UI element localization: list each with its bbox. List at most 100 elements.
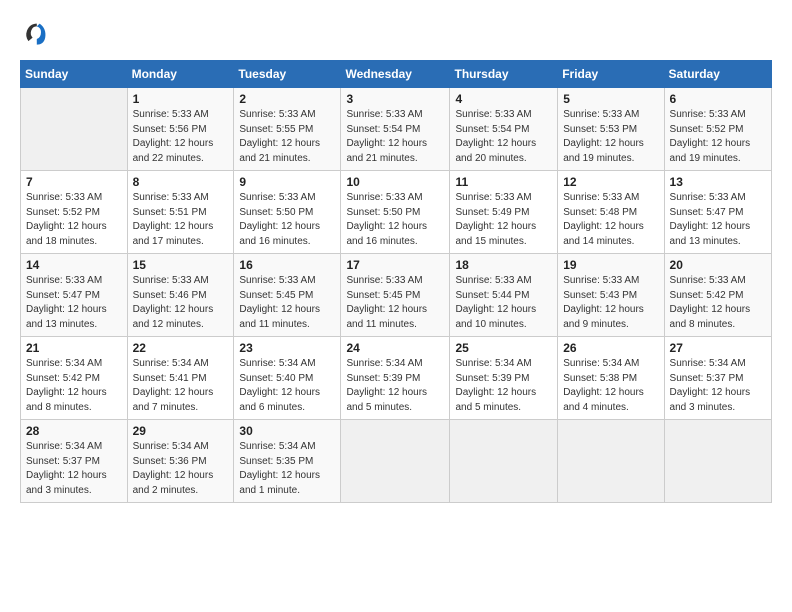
day-info: Sunrise: 5:33 AM Sunset: 5:47 PM Dayligh… — [26, 274, 122, 332]
calendar-cell: 16 Sunrise: 5:33 AM Sunset: 5:45 PM Dayli… — [234, 254, 341, 337]
day-number: 18 — [455, 258, 552, 272]
calendar-body: 1 Sunrise: 5:33 AM Sunset: 5:56 PM Daylig… — [21, 88, 772, 503]
calendar-cell — [341, 420, 450, 503]
day-number: 17 — [346, 258, 444, 272]
logo — [20, 18, 52, 46]
calendar-cell: 29Sunrise: 5:34 AM Sunset: 5:36 PM Dayli… — [127, 420, 234, 503]
day-number: 9 — [239, 175, 335, 189]
day-number: 11 — [455, 175, 552, 189]
day-info: Sunrise: 5:34 AM Sunset: 5:37 PM Dayligh… — [26, 440, 122, 498]
day-info: Sunrise: 5:33 AM Sunset: 5:44 PM Dayligh… — [455, 274, 552, 332]
day-number: 12 — [563, 175, 658, 189]
day-info: Sunrise: 5:33 AM Sunset: 5:52 PM Dayligh… — [26, 191, 122, 249]
day-number: 16 — [239, 258, 335, 272]
day-info: Sunrise: 5:33 AM Sunset: 5:50 PM Dayligh… — [346, 191, 444, 249]
day-info: Sunrise: 5:34 AM Sunset: 5:39 PM Dayligh… — [346, 357, 444, 415]
day-info: Sunrise: 5:33 AM Sunset: 5:45 PM Dayligh… — [346, 274, 444, 332]
day-number: 5 — [563, 92, 658, 106]
day-number: 29 — [133, 424, 229, 438]
calendar-cell: 7 Sunrise: 5:33 AM Sunset: 5:52 PM Daylig… — [21, 171, 128, 254]
weekday-header-monday: Monday — [127, 61, 234, 88]
calendar-cell — [450, 420, 558, 503]
day-number: 6 — [670, 92, 766, 106]
calendar-header: SundayMondayTuesdayWednesdayThursdayFrid… — [21, 61, 772, 88]
calendar-week-1: 7 Sunrise: 5:33 AM Sunset: 5:52 PM Daylig… — [21, 171, 772, 254]
calendar-week-2: 14 Sunrise: 5:33 AM Sunset: 5:47 PM Dayli… — [21, 254, 772, 337]
calendar-cell: 4Sunrise: 5:33 AM Sunset: 5:54 PM Daylig… — [450, 88, 558, 171]
calendar-cell: 2 Sunrise: 5:33 AM Sunset: 5:55 PM Daylig… — [234, 88, 341, 171]
day-number: 8 — [133, 175, 229, 189]
day-number: 26 — [563, 341, 658, 355]
day-info: Sunrise: 5:33 AM Sunset: 5:56 PM Dayligh… — [133, 108, 229, 166]
calendar-cell: 26 Sunrise: 5:34 AM Sunset: 5:38 PM Dayli… — [558, 337, 664, 420]
calendar-cell: 9 Sunrise: 5:33 AM Sunset: 5:50 PM Daylig… — [234, 171, 341, 254]
day-info: Sunrise: 5:33 AM Sunset: 5:45 PM Dayligh… — [239, 274, 335, 332]
calendar-cell: 17 Sunrise: 5:33 AM Sunset: 5:45 PM Dayli… — [341, 254, 450, 337]
calendar-week-4: 28 Sunrise: 5:34 AM Sunset: 5:37 PM Dayli… — [21, 420, 772, 503]
day-number: 14 — [26, 258, 122, 272]
weekday-header-friday: Friday — [558, 61, 664, 88]
day-number: 19 — [563, 258, 658, 272]
calendar-cell: 14 Sunrise: 5:33 AM Sunset: 5:47 PM Dayli… — [21, 254, 128, 337]
day-info: Sunrise: 5:33 AM Sunset: 5:42 PM Dayligh… — [670, 274, 766, 332]
calendar-cell: 21Sunrise: 5:34 AM Sunset: 5:42 PM Dayli… — [21, 337, 128, 420]
day-info: Sunrise: 5:34 AM Sunset: 5:40 PM Dayligh… — [239, 357, 335, 415]
day-number: 27 — [670, 341, 766, 355]
calendar-cell: 8Sunrise: 5:33 AM Sunset: 5:51 PM Daylig… — [127, 171, 234, 254]
calendar-week-3: 21Sunrise: 5:34 AM Sunset: 5:42 PM Dayli… — [21, 337, 772, 420]
calendar-cell — [21, 88, 128, 171]
calendar-cell: 5Sunrise: 5:33 AM Sunset: 5:53 PM Daylig… — [558, 88, 664, 171]
day-number: 30 — [239, 424, 335, 438]
day-number: 23 — [239, 341, 335, 355]
day-number: 25 — [455, 341, 552, 355]
weekday-row: SundayMondayTuesdayWednesdayThursdayFrid… — [21, 61, 772, 88]
day-info: Sunrise: 5:34 AM Sunset: 5:42 PM Dayligh… — [26, 357, 122, 415]
day-info: Sunrise: 5:33 AM Sunset: 5:55 PM Dayligh… — [239, 108, 335, 166]
day-info: Sunrise: 5:33 AM Sunset: 5:50 PM Dayligh… — [239, 191, 335, 249]
day-number: 7 — [26, 175, 122, 189]
weekday-header-sunday: Sunday — [21, 61, 128, 88]
calendar-cell: 1 Sunrise: 5:33 AM Sunset: 5:56 PM Daylig… — [127, 88, 234, 171]
day-number: 24 — [346, 341, 444, 355]
calendar-week-0: 1 Sunrise: 5:33 AM Sunset: 5:56 PM Daylig… — [21, 88, 772, 171]
day-number: 3 — [346, 92, 444, 106]
calendar-cell: 18 Sunrise: 5:33 AM Sunset: 5:44 PM Dayli… — [450, 254, 558, 337]
calendar-cell: 27Sunrise: 5:34 AM Sunset: 5:37 PM Dayli… — [664, 337, 771, 420]
calendar-table: SundayMondayTuesdayWednesdayThursdayFrid… — [20, 60, 772, 503]
day-number: 20 — [670, 258, 766, 272]
calendar-cell: 3Sunrise: 5:33 AM Sunset: 5:54 PM Daylig… — [341, 88, 450, 171]
calendar-cell: 30 Sunrise: 5:34 AM Sunset: 5:35 PM Dayli… — [234, 420, 341, 503]
calendar-cell: 23 Sunrise: 5:34 AM Sunset: 5:40 PM Dayli… — [234, 337, 341, 420]
header — [20, 18, 772, 46]
day-number: 10 — [346, 175, 444, 189]
calendar-cell: 28 Sunrise: 5:34 AM Sunset: 5:37 PM Dayli… — [21, 420, 128, 503]
day-number: 28 — [26, 424, 122, 438]
calendar-cell: 11 Sunrise: 5:33 AM Sunset: 5:49 PM Dayli… — [450, 171, 558, 254]
weekday-header-wednesday: Wednesday — [341, 61, 450, 88]
day-info: Sunrise: 5:33 AM Sunset: 5:46 PM Dayligh… — [133, 274, 229, 332]
day-number: 13 — [670, 175, 766, 189]
day-info: Sunrise: 5:34 AM Sunset: 5:38 PM Dayligh… — [563, 357, 658, 415]
day-number: 2 — [239, 92, 335, 106]
weekday-header-thursday: Thursday — [450, 61, 558, 88]
calendar-cell: 13 Sunrise: 5:33 AM Sunset: 5:47 PM Dayli… — [664, 171, 771, 254]
calendar-cell: 25Sunrise: 5:34 AM Sunset: 5:39 PM Dayli… — [450, 337, 558, 420]
calendar-cell: 22 Sunrise: 5:34 AM Sunset: 5:41 PM Dayli… — [127, 337, 234, 420]
day-number: 1 — [133, 92, 229, 106]
page: SundayMondayTuesdayWednesdayThursdayFrid… — [0, 0, 792, 612]
weekday-header-saturday: Saturday — [664, 61, 771, 88]
day-info: Sunrise: 5:33 AM Sunset: 5:48 PM Dayligh… — [563, 191, 658, 249]
day-number: 4 — [455, 92, 552, 106]
calendar-cell: 15 Sunrise: 5:33 AM Sunset: 5:46 PM Dayli… — [127, 254, 234, 337]
day-number: 15 — [133, 258, 229, 272]
calendar-cell: 24 Sunrise: 5:34 AM Sunset: 5:39 PM Dayli… — [341, 337, 450, 420]
day-info: Sunrise: 5:33 AM Sunset: 5:49 PM Dayligh… — [455, 191, 552, 249]
day-info: Sunrise: 5:34 AM Sunset: 5:35 PM Dayligh… — [239, 440, 335, 498]
day-number: 22 — [133, 341, 229, 355]
day-info: Sunrise: 5:34 AM Sunset: 5:41 PM Dayligh… — [133, 357, 229, 415]
calendar-cell: 20 Sunrise: 5:33 AM Sunset: 5:42 PM Dayli… — [664, 254, 771, 337]
calendar-cell: 19Sunrise: 5:33 AM Sunset: 5:43 PM Dayli… — [558, 254, 664, 337]
logo-icon — [20, 18, 48, 46]
day-info: Sunrise: 5:33 AM Sunset: 5:52 PM Dayligh… — [670, 108, 766, 166]
day-info: Sunrise: 5:33 AM Sunset: 5:47 PM Dayligh… — [670, 191, 766, 249]
